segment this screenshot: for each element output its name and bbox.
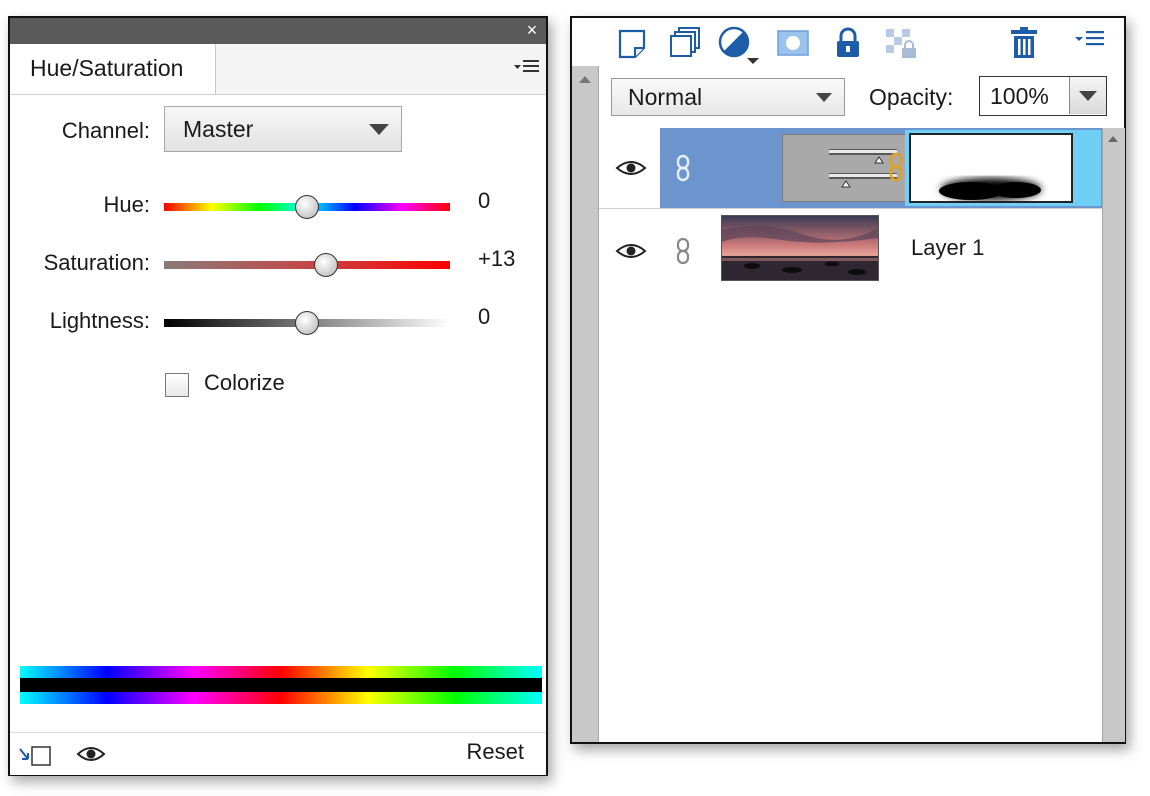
layer-mask-thumbnail[interactable] bbox=[909, 133, 1073, 203]
mask-link-icon[interactable] bbox=[888, 152, 904, 182]
blend-mode-select[interactable]: Normal bbox=[611, 78, 845, 116]
eye-icon[interactable] bbox=[76, 744, 106, 769]
opacity-label: Opacity: bbox=[869, 84, 954, 110]
left-scrollbar[interactable] bbox=[572, 66, 599, 742]
link-icon[interactable] bbox=[675, 154, 691, 182]
saturation-slider-thumb[interactable] bbox=[313, 253, 338, 277]
lightness-label: Lightness: bbox=[49, 308, 150, 333]
channel-select[interactable]: Master bbox=[164, 106, 402, 152]
opacity-dropdown-button[interactable] bbox=[1069, 77, 1106, 114]
layers-scrollbar[interactable] bbox=[1102, 128, 1125, 742]
new-layer-icon[interactable] bbox=[615, 26, 649, 60]
saturation-slider-track[interactable] bbox=[164, 261, 450, 269]
layers-panel: Normal Opacity: 100% Layer 1 bbox=[570, 16, 1126, 744]
panel-tab-bar: Hue/Saturation bbox=[10, 44, 546, 95]
chevron-down-icon bbox=[816, 93, 832, 102]
opacity-field[interactable]: 100% bbox=[979, 76, 1107, 116]
layer-row-adjustment[interactable] bbox=[599, 128, 1102, 208]
clip-to-layer-icon[interactable] bbox=[18, 745, 56, 772]
close-icon[interactable]: × bbox=[522, 20, 542, 40]
colorize-checkbox[interactable] bbox=[165, 373, 189, 397]
adjustment-layer-icon[interactable] bbox=[717, 26, 765, 64]
tab-hue-saturation[interactable]: Hue/Saturation bbox=[10, 44, 216, 94]
colorize-label[interactable]: Colorize bbox=[204, 370, 285, 396]
lightness-slider-thumb[interactable] bbox=[295, 311, 319, 335]
opacity-value[interactable]: 100% bbox=[990, 83, 1049, 110]
layer-name-label[interactable]: Layer 1 bbox=[911, 235, 984, 261]
new-group-icon[interactable] bbox=[667, 26, 701, 60]
layer-image-thumbnail[interactable] bbox=[721, 215, 879, 281]
channel-label: Channel: bbox=[61, 118, 150, 143]
lightness-value[interactable]: 0 bbox=[478, 304, 490, 330]
chevron-down-icon bbox=[1079, 91, 1097, 101]
input-spectrum-bar bbox=[20, 666, 542, 678]
scroll-up-icon[interactable] bbox=[1108, 136, 1118, 142]
spectrum-divider bbox=[20, 678, 542, 692]
mask-thumbnail-highlight bbox=[905, 130, 1101, 206]
panel-footer: Reset bbox=[10, 732, 546, 775]
panel-menu-icon[interactable] bbox=[1073, 26, 1109, 60]
channel-value: Master bbox=[183, 116, 254, 142]
hue-label: Hue: bbox=[103, 192, 150, 217]
eye-icon[interactable] bbox=[615, 241, 647, 261]
blend-mode-value: Normal bbox=[628, 84, 703, 110]
output-spectrum-bar bbox=[20, 692, 542, 704]
layers-toolbar bbox=[599, 18, 1124, 67]
hue-value[interactable]: 0 bbox=[478, 188, 490, 214]
scroll-up-icon[interactable] bbox=[579, 76, 591, 83]
link-icon[interactable] bbox=[675, 237, 691, 265]
lock-transparency-icon[interactable] bbox=[883, 26, 917, 60]
saturation-value[interactable]: +13 bbox=[478, 246, 515, 272]
panel-menu-icon[interactable] bbox=[514, 56, 540, 80]
eye-icon[interactable] bbox=[615, 158, 647, 178]
layers-options-bar: Normal Opacity: 100% bbox=[599, 66, 1124, 129]
trash-icon[interactable] bbox=[1007, 26, 1041, 60]
lock-icon[interactable] bbox=[831, 26, 865, 60]
hue-slider-thumb[interactable] bbox=[295, 195, 319, 219]
layer-row-image[interactable]: Layer 1 bbox=[599, 208, 1102, 301]
reset-button[interactable]: Reset bbox=[467, 739, 524, 765]
saturation-label: Saturation: bbox=[43, 250, 150, 275]
chevron-down-icon bbox=[369, 124, 389, 135]
add-mask-icon[interactable] bbox=[775, 26, 809, 60]
panel-title-bar[interactable]: × bbox=[10, 18, 546, 44]
hue-saturation-panel: × Hue/Saturation Channel: Master Hue: 0 … bbox=[8, 16, 548, 776]
